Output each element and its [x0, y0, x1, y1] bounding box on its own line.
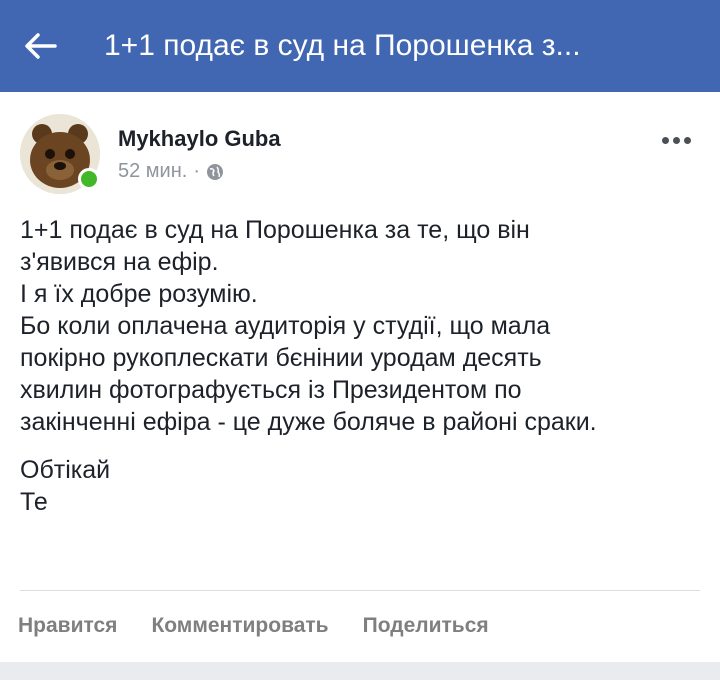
post-text-line: хвилин фотографується із Президентом по	[20, 376, 522, 404]
post-meta: 52 мин. ·	[118, 160, 224, 183]
more-options-button[interactable]	[656, 128, 696, 152]
comment-button[interactable]: Комментировать	[151, 614, 328, 638]
post-time[interactable]: 52 мин.	[118, 160, 187, 183]
post-text-line: з'явився на ефір.	[20, 248, 219, 276]
actions-divider	[20, 590, 700, 591]
post-text-line: І я їх добре розумію.	[20, 280, 258, 308]
post-actions: Нравится Комментировать Поделиться	[18, 614, 489, 638]
back-button[interactable]	[20, 26, 60, 66]
post-text-line: Бо коли оплачена аудиторія у студії, що …	[20, 312, 551, 340]
post-signoff-line: Те	[20, 488, 48, 516]
post-text-line: покірно рукоплескати бєнінии уродам деся…	[20, 344, 542, 372]
page-title: 1+1 подає в суд на Порошенка з...	[104, 29, 581, 62]
share-button[interactable]: Поделиться	[363, 614, 489, 638]
globe-icon	[207, 163, 223, 180]
top-bar: 1+1 подає в суд на Порошенка з...	[0, 0, 720, 92]
online-status-indicator	[78, 168, 100, 190]
post-card: Mykhaylo Guba 52 мин. · 1+1 подає в суд …	[0, 92, 720, 662]
more-dot-icon	[672, 136, 680, 144]
post-text-line: 1+1 подає в суд на Порошенка за те, що в…	[20, 216, 530, 244]
meta-separator: ·	[193, 160, 200, 182]
post-text: 1+1 подає в суд на Порошенка за те, що в…	[20, 214, 700, 518]
more-dot-icon	[661, 136, 669, 144]
more-dot-icon	[683, 136, 691, 144]
arrow-left-icon	[25, 33, 57, 59]
post-author[interactable]: Mykhaylo Guba	[118, 126, 281, 152]
post-text-line: закінченні ефіра - це дуже боляче в райо…	[20, 408, 597, 436]
post-signoff-line: Обтікай	[20, 456, 111, 484]
post-header: Mykhaylo Guba 52 мин. ·	[0, 92, 720, 194]
like-button[interactable]: Нравится	[18, 614, 117, 638]
